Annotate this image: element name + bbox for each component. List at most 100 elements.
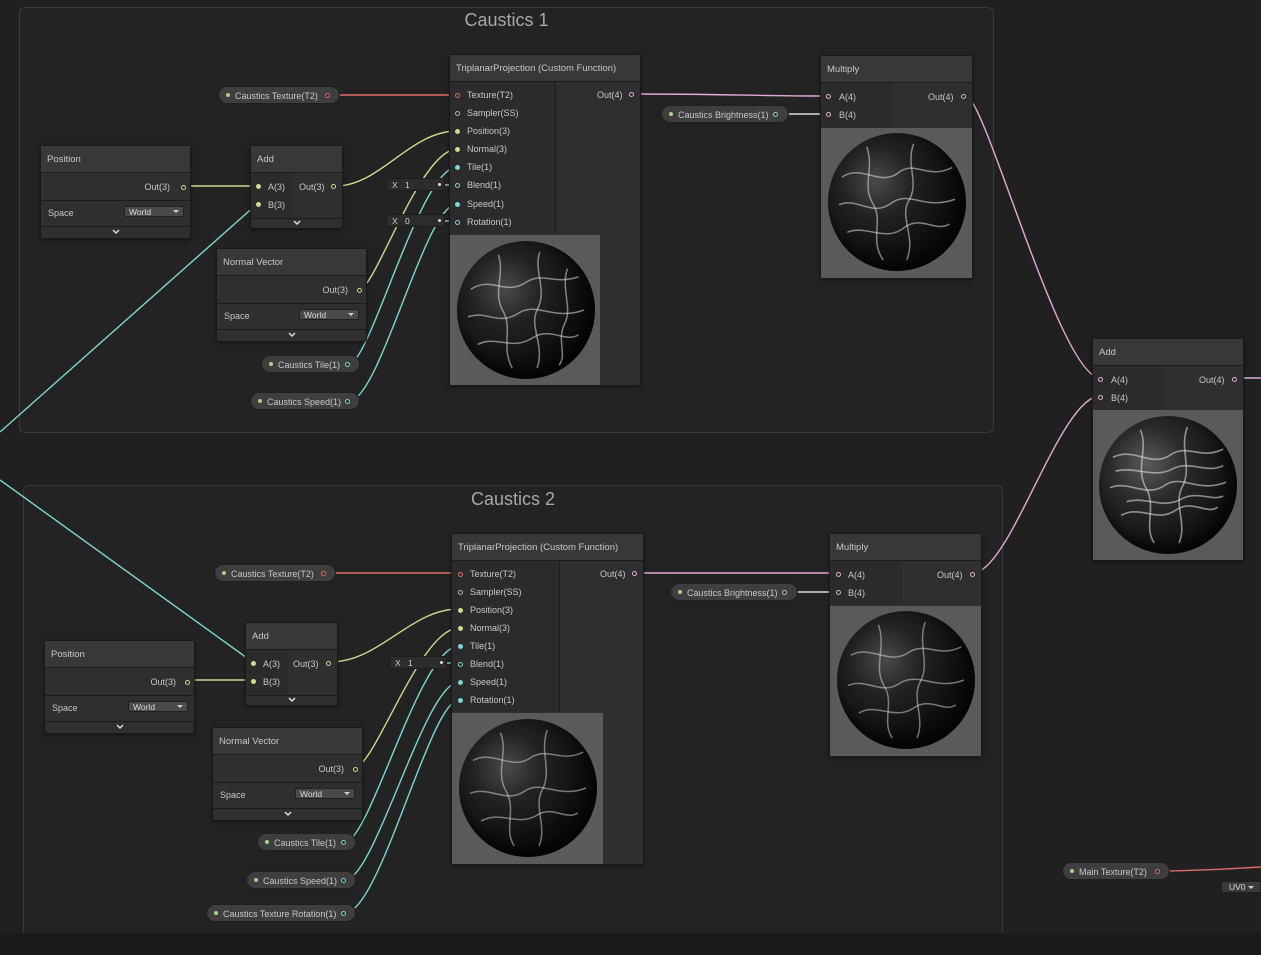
texture-port[interactable]: [458, 572, 463, 577]
caustics-speed-property-1[interactable]: Caustics Speed(1): [250, 392, 360, 410]
rotation-port[interactable]: [455, 220, 460, 225]
multiply-out-label: Out(4): [937, 570, 963, 580]
position-out-port[interactable]: [185, 680, 190, 685]
add-title: Add: [251, 146, 342, 173]
add-b-port[interactable]: [1098, 395, 1103, 400]
multiply-b-label: B(4): [839, 110, 857, 120]
caustics-brightness-property-2[interactable]: Caustics Brightness(1): [670, 583, 798, 601]
property-label: Caustics Speed(1): [267, 397, 342, 407]
caustics-texture-rotation-property[interactable]: Caustics Texture Rotation(1): [206, 904, 356, 922]
multiply-out-port[interactable]: [961, 94, 966, 99]
texture-port[interactable]: [455, 93, 460, 98]
caustics-pattern: [1109, 426, 1227, 544]
property-out-port[interactable]: [345, 361, 350, 367]
add-out-port[interactable]: [1232, 377, 1237, 382]
multiply-a-port[interactable]: [826, 94, 831, 99]
caustics-1-title: Caustics 1: [464, 10, 549, 30]
chevron-down-icon[interactable]: [287, 696, 296, 704]
rotation-field-1[interactable]: X 0: [386, 214, 445, 227]
multiply-a-port[interactable]: [836, 572, 841, 577]
property-out-port[interactable]: [325, 92, 330, 98]
triplanar-out-port[interactable]: [632, 571, 637, 576]
caustics-tile-property-1[interactable]: Caustics Tile(1): [261, 355, 360, 373]
property-out-port[interactable]: [341, 839, 346, 845]
normal-out-port[interactable]: [353, 767, 358, 772]
property-out-port[interactable]: [341, 910, 346, 916]
chevron-down-icon[interactable]: [115, 723, 124, 731]
add-a-port[interactable]: [251, 661, 256, 666]
space-dropdown[interactable]: World: [295, 788, 355, 799]
add-node-2[interactable]: Add A(3) B(3) Out(3): [245, 622, 338, 706]
tile-port[interactable]: [455, 165, 460, 170]
blend-port[interactable]: [458, 662, 463, 667]
caustics-speed-property-2[interactable]: Caustics Speed(1): [246, 871, 356, 889]
multiply-node-2[interactable]: Multiply A(4) B(4) Out(4): [829, 533, 982, 757]
add-b-port[interactable]: [251, 679, 256, 684]
space-dropdown[interactable]: World: [299, 309, 359, 320]
multiply-b-label: B(4): [848, 588, 866, 598]
triplanar-out-port[interactable]: [629, 92, 634, 97]
add-out-port[interactable]: [326, 661, 331, 666]
property-out-port[interactable]: [782, 589, 787, 595]
tile-port[interactable]: [458, 644, 463, 649]
position-port[interactable]: [458, 608, 463, 613]
dropdown-arrow-icon: [173, 210, 179, 213]
space-dropdown[interactable]: World: [128, 701, 188, 712]
dropdown-arrow-icon: [1248, 886, 1254, 889]
uv-channel-dropdown[interactable]: UV0: [1221, 881, 1261, 893]
blend-port[interactable]: [455, 183, 460, 188]
triplanar-node-2[interactable]: TriplanarProjection (Custom Function) Te…: [451, 533, 644, 865]
normal-vector-node-2[interactable]: Normal Vector Out(3) Space World: [212, 727, 363, 821]
preview-sphere: [837, 611, 975, 749]
add-b-port[interactable]: [256, 202, 261, 207]
sampler-port[interactable]: [458, 590, 463, 595]
triplanar-preview-1: [450, 235, 600, 385]
position-port[interactable]: [455, 129, 460, 134]
property-out-port[interactable]: [773, 111, 778, 117]
triplanar-node-1[interactable]: TriplanarProjection (Custom Function) Te…: [449, 54, 641, 386]
property-label: Main Texture(T2): [1079, 867, 1147, 877]
add-out-port[interactable]: [331, 184, 336, 189]
property-out-port[interactable]: [341, 877, 346, 883]
multiply-out-port[interactable]: [970, 572, 975, 577]
add-node-1[interactable]: Add A(3) B(3) Out(3): [250, 145, 343, 229]
add-a-port[interactable]: [256, 184, 261, 189]
space-dropdown[interactable]: World: [124, 206, 184, 217]
main-texture-property[interactable]: Main Texture(T2): [1062, 862, 1170, 880]
rotation-port[interactable]: [458, 698, 463, 703]
multiply-b-port[interactable]: [826, 112, 831, 117]
chevron-down-icon[interactable]: [292, 219, 301, 227]
chevron-down-icon[interactable]: [283, 810, 292, 818]
normal-port[interactable]: [455, 147, 460, 152]
sampler-port[interactable]: [455, 111, 460, 116]
normal-out-port[interactable]: [357, 288, 362, 293]
property-out-port[interactable]: [321, 570, 326, 576]
multiply-a-label: A(4): [839, 92, 857, 102]
multiply-title: Multiply: [830, 534, 981, 561]
chevron-down-icon[interactable]: [287, 331, 296, 339]
space-label: Space: [52, 703, 78, 713]
speed-port[interactable]: [458, 680, 463, 685]
blend-field-1[interactable]: X 1: [386, 178, 445, 191]
position-node-1[interactable]: Position Out(3) Space World: [40, 145, 191, 239]
position-node-2[interactable]: Position Out(3) Space World: [44, 640, 195, 734]
normal-vector-node-1[interactable]: Normal Vector Out(3) Space World: [216, 248, 367, 342]
caustics-texture-property-1[interactable]: Caustics Texture(T2): [218, 86, 340, 104]
multiply-node-1[interactable]: Multiply A(4) B(4) Out(4): [820, 55, 973, 279]
property-out-port[interactable]: [345, 398, 350, 404]
speed-port[interactable]: [455, 202, 460, 207]
caustics-brightness-property-1[interactable]: Caustics Brightness(1): [661, 105, 789, 123]
chevron-down-icon[interactable]: [111, 228, 120, 236]
multiply-preview-1: [821, 128, 972, 278]
multiply-b-port[interactable]: [836, 590, 841, 595]
caustics-texture-property-2[interactable]: Caustics Texture(T2): [214, 564, 336, 582]
caustics-tile-property-2[interactable]: Caustics Tile(1): [257, 833, 356, 851]
blend-value: 1: [408, 658, 413, 668]
add-node-final[interactable]: Add A(4) B(4) Out(4): [1092, 338, 1244, 561]
blend-field-2[interactable]: X 1: [389, 656, 447, 669]
normal-port[interactable]: [458, 626, 463, 631]
position-out-port[interactable]: [181, 185, 186, 190]
x-label: X: [395, 658, 401, 668]
property-out-port[interactable]: [1155, 868, 1160, 874]
add-a-port[interactable]: [1098, 377, 1103, 382]
